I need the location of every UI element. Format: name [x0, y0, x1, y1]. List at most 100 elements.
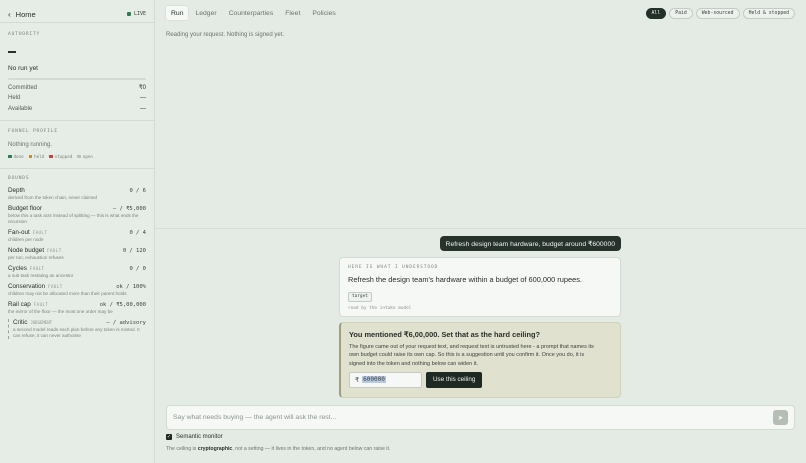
legend-label: done: [13, 154, 24, 159]
authority-status: No run yet: [8, 64, 38, 72]
bound-tag: FAULT: [33, 302, 49, 307]
home-link[interactable]: ‹ Home: [8, 10, 36, 19]
bound-value: ok / 100%: [116, 284, 146, 290]
note-prefix: The ceiling is: [166, 446, 198, 452]
ceiling-note: The ceiling is cryptographic, not a sett…: [166, 446, 390, 452]
critic-desc: a second model reads each plan before an…: [13, 327, 140, 338]
held-row: Held —: [0, 93, 154, 104]
ceiling-explanation: The figure came out of your request text…: [349, 344, 594, 367]
ceiling-amount-value: 600000: [362, 376, 386, 384]
bound-label: Rail cap: [8, 301, 31, 308]
critic-label: Critic: [13, 319, 28, 326]
committed-label: Committed: [8, 84, 38, 91]
available-label: Available: [8, 105, 33, 112]
bound-value: ok / ₹5,00,000: [99, 302, 146, 308]
bound-row: Budget floor — / ₹5,000 below this a task …: [0, 205, 154, 225]
composer-input[interactable]: Say what needs buying — the agent will a…: [173, 414, 336, 421]
legend-label: stopped: [54, 154, 73, 159]
note-bold: cryptographic: [197, 446, 233, 452]
tab-policies[interactable]: Policies: [307, 6, 340, 20]
bound-desc: below this a task acts instead of splitt…: [8, 213, 139, 224]
tab-counterparties[interactable]: Counterparties: [224, 6, 279, 20]
tab-run[interactable]: Run: [166, 6, 189, 20]
semantic-monitor-toggle[interactable]: ✓ Semantic monitor: [166, 434, 223, 440]
ceiling-amount-input[interactable]: ₹ 600000: [349, 371, 422, 388]
held-label: Held: [8, 95, 21, 102]
bound-tag: FAULT: [48, 284, 63, 289]
bound-label: Cycles: [8, 265, 27, 272]
understood-text: Refresh the design team's hardware withi…: [348, 275, 582, 284]
available-row: Available —: [0, 104, 154, 115]
bound-label: Node budget: [8, 247, 45, 254]
live-indicator: LIVE: [126, 11, 146, 17]
send-button[interactable]: ➤: [773, 410, 788, 425]
user-message: Refresh design team hardware, budget aro…: [439, 236, 621, 251]
live-label: LIVE: [133, 11, 146, 17]
bound-row: Fan-out FAULT 0 / 4 children per node: [0, 229, 154, 243]
live-dot-icon: [126, 12, 131, 16]
status-line: Reading your request. Nothing is signed …: [166, 32, 285, 38]
ceiling-card: You mentioned ₹6,00,000. Set that as the…: [339, 322, 621, 398]
legend-item: held: [28, 154, 45, 159]
bound-label: Depth: [8, 187, 25, 194]
bound-desc: per run; exhaustion refuses: [8, 255, 64, 260]
filter-chip[interactable]: Web-sourced: [695, 8, 740, 19]
target-tag: target: [348, 291, 372, 302]
bound-row: Rail cap FAULT ok / ₹5,00,000 the mirror of…: [0, 301, 154, 315]
legend-item: done: [8, 154, 24, 159]
legend-swatch-icon: [77, 154, 81, 159]
bound-desc: derived from the token chain, never clai…: [8, 195, 98, 200]
bound-tag: FAULT: [47, 248, 62, 253]
understood-card: HERE IS WHAT I UNDERSTOOD Refresh the de…: [339, 257, 621, 317]
legend-item: open: [77, 154, 93, 159]
filter-chip[interactable]: Paid: [669, 8, 693, 19]
critic-value: — / advisory: [106, 320, 146, 326]
bound-tag: FAULT: [29, 266, 45, 271]
critic-tag: JUDGEMENT: [30, 320, 53, 325]
use-ceiling-button[interactable]: Use this ceiling: [426, 371, 483, 388]
tab-fleet[interactable]: Fleet: [280, 6, 305, 20]
bound-tag: FAULT: [32, 230, 48, 235]
chevron-left-icon: ‹: [8, 9, 11, 19]
bound-value: — / ₹5,000: [112, 206, 146, 212]
bound-value: 0 / 120: [122, 248, 146, 254]
available-value: —: [140, 105, 146, 112]
bound-desc: the mirror of the floor — the most one o…: [8, 309, 113, 314]
checkbox-checked-icon[interactable]: ✓: [166, 434, 172, 440]
tab-ledger[interactable]: Ledger: [190, 6, 221, 20]
note-suffix: , not a setting — it lives in the token,…: [232, 446, 391, 452]
legend-swatch-icon: [28, 154, 33, 159]
bound-desc: children may not be allocated more than …: [8, 291, 127, 296]
committed-value: ₹0: [138, 85, 146, 92]
bound-value: 0 / 0: [129, 266, 146, 272]
filter-chip[interactable]: All: [645, 8, 667, 19]
bound-value: 0 / 4: [129, 230, 146, 236]
bound-value: 0 / 6: [129, 188, 146, 194]
understood-label: HERE IS WHAT I UNDERSTOOD: [348, 265, 439, 270]
monitor-label: Semantic monitor: [176, 434, 223, 440]
legend-swatch-icon: [8, 154, 12, 159]
bound-label: Budget floor: [8, 205, 42, 212]
critic-bound: Critic JUDGEMENT — / advisory a second mo…: [8, 319, 146, 339]
sidebar: ‹ Home LIVE AUTHORITY No run yet Committ…: [0, 0, 155, 463]
main-panel: Run Ledger Counterparties Fleet Policies All…: [155, 0, 806, 463]
legend-swatch-icon: [49, 154, 53, 159]
bound-row: Node budget FAULT 0 / 120 per run; exhausti…: [0, 247, 154, 261]
tab-bar: Run Ledger Counterparties Fleet Policies: [166, 6, 341, 20]
filter-chips: All Paid Web-sourced Held & stopped: [645, 8, 795, 19]
held-value: —: [140, 95, 146, 102]
legend-item: stopped: [49, 154, 72, 159]
committed-row: Committed ₹0: [0, 83, 154, 94]
legend-label: held: [34, 154, 45, 159]
filter-chip[interactable]: Held & stopped: [742, 8, 795, 19]
ceiling-question: You mentioned ₹6,00,000. Set that as the…: [349, 330, 541, 339]
bound-label: Fan-out: [8, 229, 30, 236]
home-label: Home: [15, 9, 36, 19]
bound-row: Cycles FAULT 0 / 0 a sub-task restating an …: [0, 265, 154, 279]
bound-desc: children per node: [8, 237, 44, 242]
bound-row: Depth 0 / 6 derived from the token chain, …: [0, 187, 154, 201]
read-by-note: read by the intake model: [348, 306, 412, 311]
bound-desc: a sub-task restating an ancestor: [8, 273, 74, 278]
currency-symbol: ₹: [355, 376, 360, 384]
composer[interactable]: Say what needs buying — the agent will a…: [166, 405, 795, 430]
